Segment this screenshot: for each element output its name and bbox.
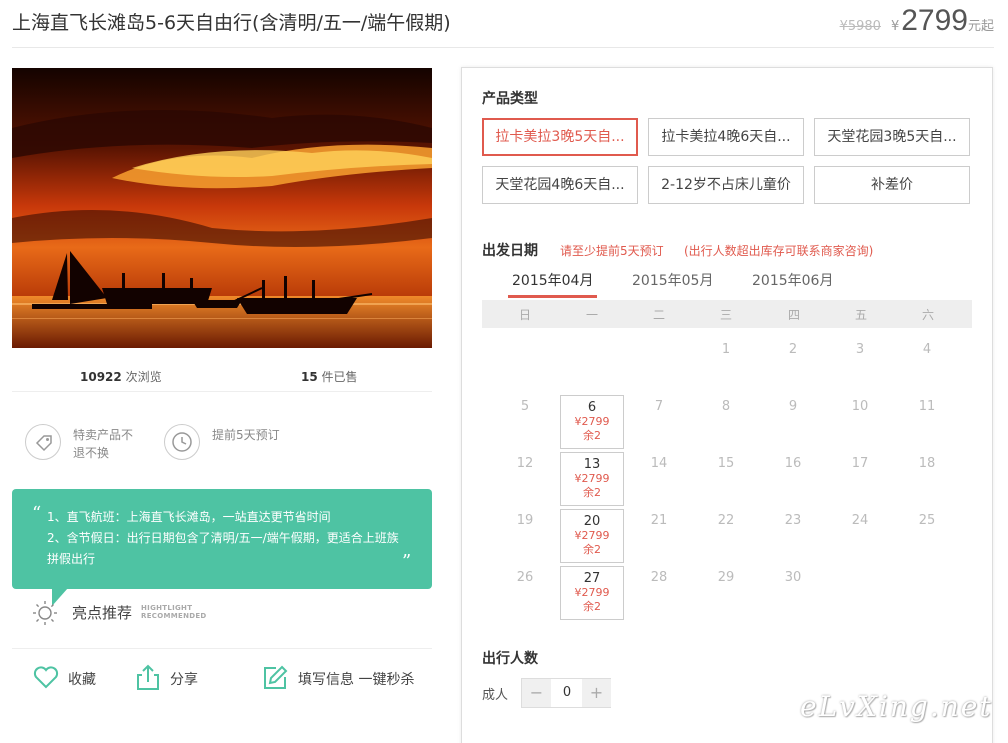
product-type-option-5[interactable]: 2-12岁不占床儿童价 — [648, 166, 804, 204]
clock-icon — [164, 424, 200, 460]
edit-icon — [264, 665, 288, 689]
highlights-title-en: HIGHTLIGHT RECOMMENDED — [141, 604, 207, 620]
stats-bar: 10922 次浏览 15 件已售 — [12, 360, 432, 392]
feature-book-ahead-text: 提前5天预订 — [212, 428, 280, 442]
weekday-thu: 四 — [787, 308, 800, 322]
fill-info-label: 填写信息 一键秒杀 — [298, 672, 415, 688]
highlight-line-1: 1、直飞航班：上海直飞长滩岛，一站直达更节省时间 — [47, 510, 331, 524]
heart-icon — [33, 666, 59, 689]
month-tab-apr[interactable]: 2015年04月 — [507, 270, 598, 298]
favorite-label: 收藏 — [68, 672, 96, 688]
calendar-day: 12 — [516, 456, 534, 471]
currency-symbol: ¥ — [890, 19, 900, 34]
sold-label: 件已售 — [321, 370, 358, 384]
calendar-day: 9 — [788, 399, 798, 414]
calendar-day: 24 — [851, 513, 869, 528]
calendar-day-available[interactable]: 13 ¥2799 余2 — [560, 452, 624, 506]
calendar-day: 29 — [717, 570, 735, 585]
calendar-day: 1 — [721, 342, 731, 357]
quote-close-icon: ” — [402, 551, 412, 572]
adult-label: 成人 — [482, 688, 509, 703]
calendar-day: 8 — [721, 399, 731, 414]
month-tab-jun[interactable]: 2015年06月 — [752, 270, 833, 298]
price-unit: 元起 — [967, 19, 994, 34]
tag-icon — [25, 424, 61, 460]
weekday-tue: 二 — [652, 308, 665, 322]
sold-count: 15 — [301, 370, 318, 384]
sold-stat: 15 件已售 — [301, 368, 358, 385]
product-type-option-2[interactable]: 拉卡美拉4晚6天自... — [648, 118, 804, 156]
calendar-day: 19 — [516, 513, 534, 528]
plus-button[interactable]: + — [582, 679, 611, 707]
calendar-day-available[interactable]: 6 ¥2799 余2 — [560, 395, 624, 449]
adult-quantity-stepper: − 0 + — [521, 678, 611, 708]
sun-icon — [32, 600, 58, 626]
calendar-day: 7 — [654, 399, 664, 414]
traveler-count-label: 出行人数 — [482, 651, 538, 667]
stock-note: (出行人数超出库存可联系商家咨询) — [684, 244, 874, 258]
weekday-mon: 一 — [585, 308, 598, 322]
calendar-day: 18 — [918, 456, 936, 471]
calendar-day: 15 — [717, 456, 735, 471]
departure-date-label: 出发日期 — [482, 243, 538, 259]
product-type-option-6[interactable]: 补差价 — [814, 166, 970, 204]
title-bar: 上海直飞长滩岛5-6天自由行(含清明/五一/端午假期) ¥5980 ¥2799元起 — [12, 0, 994, 48]
quote-open-icon: “ — [32, 503, 42, 524]
current-price: 2799 — [901, 4, 968, 37]
views-label: 次浏览 — [125, 370, 162, 384]
calendar-day: 11 — [918, 399, 936, 414]
product-title: 上海直飞长滩岛5-6天自由行(含清明/五一/端午假期) — [12, 12, 451, 34]
highlight-line-3: 拼假出行 — [47, 552, 96, 566]
calendar-day: 30 — [784, 570, 802, 585]
calendar-day: 3 — [855, 342, 865, 357]
weekday-header: 日 一 二 三 四 五 六 — [482, 300, 972, 328]
weekday-sun: 日 — [518, 308, 531, 322]
calendar-day: 25 — [918, 513, 936, 528]
calendar-day: 14 — [650, 456, 668, 471]
share-label: 分享 — [170, 672, 198, 688]
weekday-sat: 六 — [921, 308, 934, 322]
adult-count-value[interactable]: 0 — [552, 679, 582, 707]
calendar-day: 4 — [922, 342, 932, 357]
views-stat: 10922 次浏览 — [80, 368, 162, 385]
calendar-day: 16 — [784, 456, 802, 471]
product-type-option-1[interactable]: 拉卡美拉3晚5天自... — [482, 118, 638, 156]
price-block: ¥5980 ¥2799元起 — [840, 4, 994, 38]
booking-panel: 产品类型 拉卡美拉3晚5天自... 拉卡美拉4晚6天自... 天堂花园3晚5天自… — [461, 67, 993, 743]
action-bar: 收藏 分享 填写信息 一键秒杀 — [12, 648, 432, 708]
calendar-day-available[interactable]: 27 ¥2799 余2 — [560, 566, 624, 620]
calendar-day: 28 — [650, 570, 668, 585]
highlight-line-2: 2、含节假日：出行日期包含了清明/五一/端午假期，更适合上班族 — [47, 531, 399, 545]
weekday-fri: 五 — [854, 308, 867, 322]
calendar-day: 17 — [851, 456, 869, 471]
product-type-option-3[interactable]: 天堂花园3晚5天自... — [814, 118, 970, 156]
original-price: ¥5980 — [839, 19, 881, 34]
calendar-day: 10 — [851, 399, 869, 414]
minus-button[interactable]: − — [522, 679, 551, 707]
calendar-day: 23 — [784, 513, 802, 528]
calendar-day-available[interactable]: 20 ¥2799 余2 — [560, 509, 624, 563]
calendar-day: 21 — [650, 513, 668, 528]
calendar-day: 26 — [516, 570, 534, 585]
highlights-title: 亮点推荐 — [72, 604, 133, 622]
weekday-wed: 三 — [719, 308, 732, 322]
watermark: eLvXing.net — [800, 690, 993, 723]
product-type-label: 产品类型 — [482, 91, 538, 107]
highlights-box: “ 1、直飞航班：上海直飞长滩岛，一站直达更节省时间 2、含节假日：出行日期包含… — [12, 489, 432, 589]
product-type-option-4[interactable]: 天堂花园4晚6天自... — [482, 166, 638, 204]
highlights-title-en-1: HIGHTLIGHT — [141, 604, 193, 612]
calendar-day: 2 — [788, 342, 798, 357]
month-tab-may[interactable]: 2015年05月 — [632, 270, 713, 298]
product-photo — [12, 68, 432, 348]
feature-no-refund-text: 特卖产品不退不换 — [73, 428, 134, 460]
views-count: 10922 — [80, 370, 122, 384]
highlights-title-en-2: RECOMMENDED — [141, 612, 207, 620]
calendar-day: 5 — [520, 399, 530, 414]
share-icon — [137, 664, 159, 690]
advance-booking-note: 请至少提前5天预订 — [560, 244, 664, 258]
calendar-day: 22 — [717, 513, 735, 528]
